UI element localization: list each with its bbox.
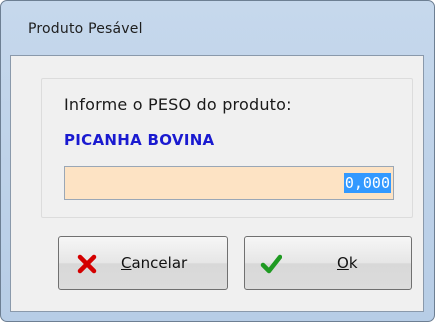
weight-prompt-label: Informe o PESO do produto: [64,95,292,114]
weight-value-selected: 0,000 [343,173,391,193]
cancel-button-label: Cancelar [121,254,188,272]
cancel-button[interactable]: Cancelar [58,236,228,290]
ok-button[interactable]: Ok [244,236,412,290]
weight-input[interactable]: 0,000 [64,166,394,200]
dialog-window: Produto Pesável Informe o PESO do produt… [0,0,435,322]
green-check-icon [260,253,283,275]
red-x-icon [76,253,98,275]
title-bar[interactable]: Produto Pesável [1,1,434,51]
weight-groupbox: Informe o PESO do produto: PICANHA BOVIN… [41,78,413,218]
product-name: PICANHA BOVINA [64,131,215,149]
ok-button-label: Ok [337,254,358,272]
window-title: Produto Pesável [28,21,143,37]
dialog-body: Informe o PESO do produto: PICANHA BOVIN… [10,55,424,312]
